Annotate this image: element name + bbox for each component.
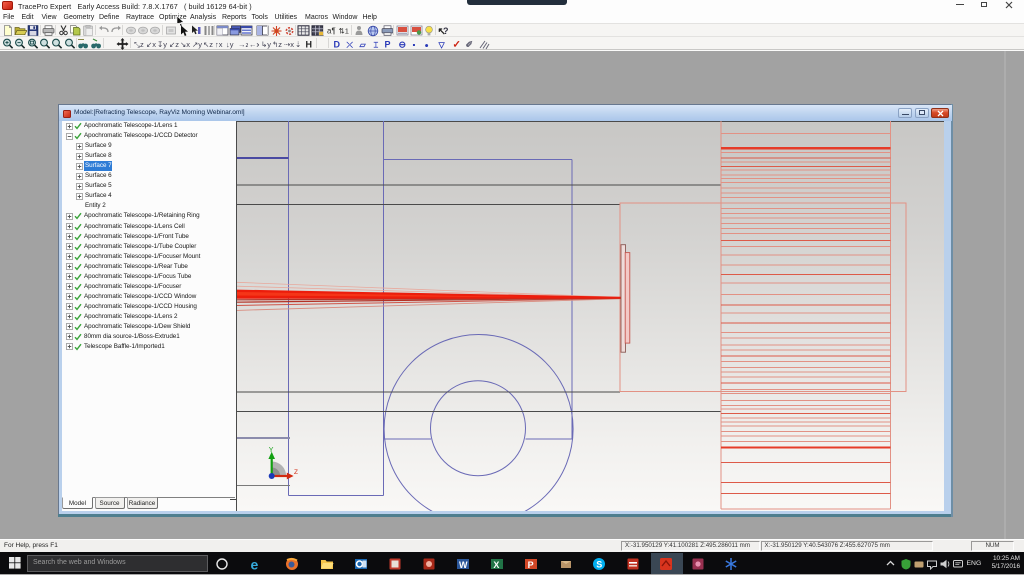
svg-text:↑x: ↑x: [215, 40, 223, 49]
svg-text:↖z: ↖z: [203, 40, 213, 49]
svg-text:⇣: ⇣: [295, 40, 301, 49]
svg-text:X: X: [493, 560, 499, 570]
svg-text:P: P: [385, 39, 391, 49]
svg-text:⌶: ⌶: [374, 40, 379, 49]
svg-text:⇅1: ⇅1: [339, 26, 349, 35]
svg-text:⤫: ⤫: [345, 40, 353, 49]
svg-text:↗y: ↗y: [192, 40, 202, 49]
svg-text:✐: ✐: [466, 39, 474, 49]
svg-text:⇢x: ⇢x: [284, 40, 294, 49]
svg-text:▽: ▽: [438, 40, 446, 49]
svg-text:a¶: a¶: [327, 26, 336, 35]
svg-text:Z: Z: [294, 469, 298, 476]
svg-text:H: H: [305, 39, 312, 49]
svg-text:●: ●: [425, 42, 429, 49]
svg-text:Y: Y: [269, 447, 274, 454]
svg-text:↳y: ↳y: [261, 40, 271, 49]
svg-text:✓: ✓: [452, 39, 460, 50]
svg-text:↓y: ↓y: [226, 40, 234, 49]
svg-text:⊖: ⊖: [399, 39, 407, 49]
svg-text:←x: ←x: [249, 40, 259, 49]
svg-text:e: e: [251, 557, 259, 571]
svg-text:↙x: ↙x: [146, 40, 156, 49]
svg-text:P: P: [528, 560, 534, 570]
svg-text:↰z: ↰z: [272, 40, 282, 49]
svg-text:↙z: ↙z: [169, 40, 179, 49]
svg-text:W: W: [459, 560, 468, 570]
svg-text:?: ?: [443, 26, 449, 36]
svg-text:→z: →z: [238, 40, 248, 49]
svg-text:▱: ▱: [359, 40, 367, 49]
svg-text:D: D: [334, 39, 341, 49]
svg-text:↘x: ↘x: [180, 40, 190, 49]
svg-text:⤡z: ⤡z: [134, 40, 144, 49]
svg-text:↧y: ↧y: [157, 40, 167, 49]
svg-text:S: S: [596, 559, 602, 569]
svg-text:▪: ▪: [413, 40, 416, 49]
